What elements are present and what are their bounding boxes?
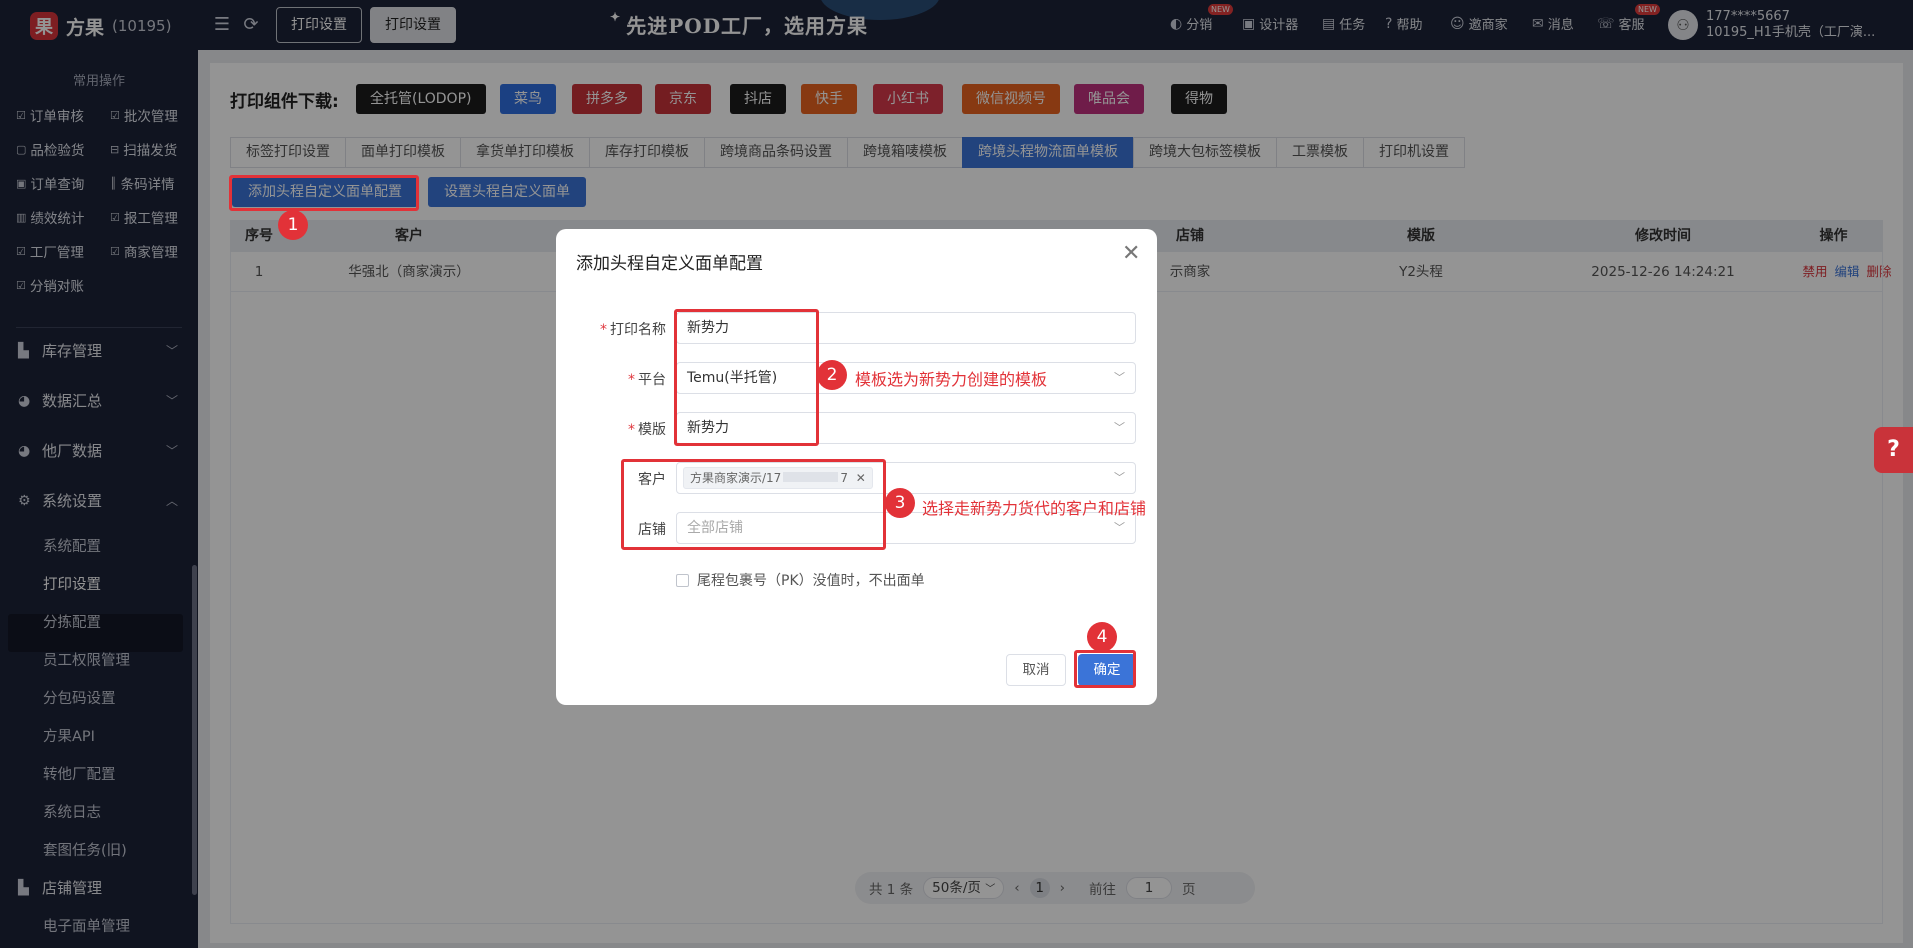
pk-checkbox-label: 尾程包裹号（PK）没值时，不出面单	[697, 573, 925, 589]
label-text: 平台	[638, 372, 666, 388]
cancel-button[interactable]: 取消	[1006, 654, 1066, 686]
annotation-note-2: 模板选为新势力创建的模板	[855, 370, 1048, 389]
annotation-box-1	[229, 175, 419, 211]
label-text: 模版	[638, 422, 666, 438]
chevron-down-icon: ﹀	[1114, 471, 1125, 484]
required-mark: *	[600, 322, 607, 338]
required-mark: *	[628, 422, 635, 438]
chevron-down-icon: ﹀	[1114, 421, 1125, 434]
template-label: * 模版	[556, 419, 666, 439]
help-float-icon[interactable]: ?	[1874, 427, 1913, 473]
pk-checkbox-row[interactable]: 尾程包裹号（PK）没值时，不出面单	[676, 570, 925, 590]
annotation-box-4	[1074, 650, 1136, 688]
annotation-box-3	[621, 459, 886, 550]
annotation-number-2: 2	[817, 360, 847, 390]
annotation-box-2	[674, 309, 819, 446]
annotation-number-3: 3	[885, 488, 915, 518]
label-text: 打印名称	[610, 322, 666, 338]
required-mark: *	[628, 372, 635, 388]
pk-checkbox[interactable]	[676, 573, 689, 587]
dialog-title: 添加头程自定义面单配置	[576, 254, 763, 274]
close-icon[interactable]: ✕	[1122, 241, 1140, 266]
platform-label: * 平台	[556, 369, 666, 389]
annotation-note-3: 选择走新势力货代的客户和店铺	[922, 499, 1147, 518]
annotation-number-1: 1	[278, 210, 308, 240]
print-name-label: * 打印名称	[556, 319, 666, 339]
annotation-number-4: 4	[1087, 622, 1117, 652]
chevron-down-icon: ﹀	[1114, 371, 1125, 384]
